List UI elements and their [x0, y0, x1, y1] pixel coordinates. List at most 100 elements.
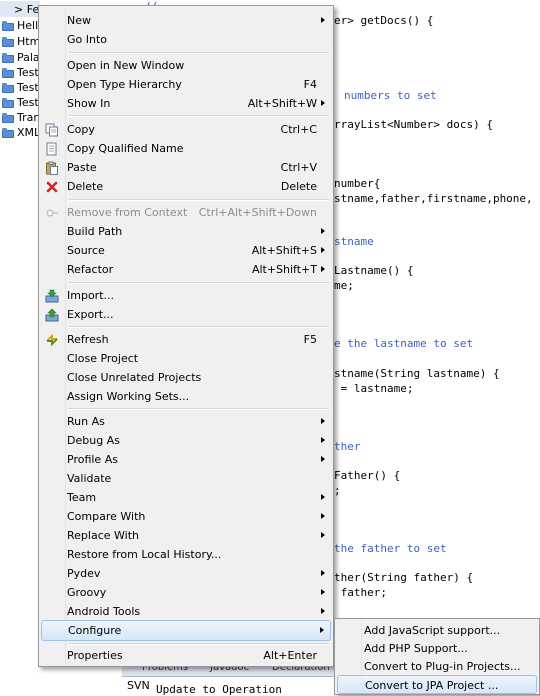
tree-item[interactable]: Test	[0, 79, 39, 95]
menu-item-android-tools[interactable]: Android Tools	[41, 602, 331, 621]
tree-item[interactable]: Html	[0, 33, 40, 49]
menu-separator	[69, 52, 329, 54]
code-line: e the lastname to set	[334, 337, 474, 350]
code-line: = lastname;	[334, 382, 414, 395]
menu-item-label: Team	[67, 491, 97, 504]
menu-separator	[69, 408, 329, 410]
menu-item-label: Android Tools	[67, 605, 141, 618]
menu-item-label: Show In	[67, 97, 111, 110]
tree-item[interactable]: Test	[0, 94, 39, 110]
menu-item-debug-as[interactable]: Debug As	[41, 431, 331, 450]
menu-item-copy[interactable]: Copy Ctrl+C	[41, 120, 331, 139]
context-menu: New Go Into Open in New Window Open Type…	[38, 5, 334, 667]
menu-item-label: New	[67, 14, 91, 27]
project-folder-icon	[2, 20, 14, 31]
menu-item-shortcut: F5	[303, 333, 317, 346]
menu-item-close-project[interactable]: Close Project	[41, 349, 331, 368]
menu-item-shortcut: Alt+Shift+W	[247, 97, 317, 110]
menu-item-label: Compare With	[67, 510, 146, 523]
svn-output-text: Update to Operation	[156, 683, 282, 696]
project-folder-icon	[2, 36, 14, 47]
menu-item-export[interactable]: Export...	[41, 305, 331, 324]
submenu-arrow-icon	[321, 228, 325, 234]
menu-item-assign-working-sets[interactable]: Assign Working Sets...	[41, 387, 331, 406]
menu-item-build-path[interactable]: Build Path	[41, 222, 331, 241]
menu-item-label: Open in New Window	[67, 59, 185, 72]
code-line: number{	[334, 177, 381, 190]
tree-item-label: Html	[17, 34, 40, 48]
menu-item-pydev[interactable]: Pydev	[41, 564, 331, 583]
menu-item-open-type-hierarchy[interactable]: Open Type Hierarchy F4	[41, 75, 331, 94]
submenu-arrow-icon	[321, 437, 325, 443]
menu-item-label: Run As	[67, 415, 105, 428]
menu-item-refactor[interactable]: Refactor Alt+Shift+T	[41, 260, 331, 279]
copy-icon	[44, 122, 59, 137]
project-folder-icon	[2, 112, 14, 123]
tree-item-label: Tran	[17, 110, 40, 124]
menu-item-source[interactable]: Source Alt+Shift+S	[41, 241, 331, 260]
submenu-item-convert-to-plugin-projects[interactable]: Convert to Plug-in Projects...	[337, 657, 537, 676]
refresh-icon	[44, 332, 59, 347]
menu-item-team[interactable]: Team	[41, 488, 331, 507]
menu-item-label: Pydev	[67, 567, 101, 580]
menu-item-restore-from-local-history[interactable]: Restore from Local History...	[41, 545, 331, 564]
menu-item-run-as[interactable]: Run As	[41, 412, 331, 431]
menu-item-shortcut: Alt+Shift+T	[251, 263, 317, 276]
menu-item-properties[interactable]: Properties Alt+Enter	[41, 646, 331, 665]
menu-item-copy-qualified-name[interactable]: Copy Qualified Name	[41, 139, 331, 158]
menu-item-compare-with[interactable]: Compare With	[41, 507, 331, 526]
submenu-item-add-javascript-support[interactable]: Add JavaScript support...	[337, 621, 537, 640]
menu-item-replace-with[interactable]: Replace With	[41, 526, 331, 545]
code-line: stname(String lastname) {	[334, 367, 500, 380]
tree-item-label: Test	[17, 65, 39, 79]
menu-item-configure[interactable]: Configure	[41, 620, 331, 641]
menu-item-groovy[interactable]: Groovy	[41, 583, 331, 602]
menu-item-shortcut: Alt+Enter	[263, 649, 317, 662]
menu-item-label: Groovy	[67, 586, 107, 599]
submenu-arrow-icon	[321, 456, 325, 462]
menu-item-refresh[interactable]: Refresh F5	[41, 330, 331, 349]
submenu-item-add-php-support[interactable]: Add PHP Support...	[337, 639, 537, 658]
delete-icon	[44, 179, 59, 194]
tree-item[interactable]: Pala	[0, 49, 40, 65]
menu-item-show-in[interactable]: Show In Alt+Shift+W	[41, 94, 331, 113]
submenu-item-label: Convert to Plug-in Projects...	[364, 660, 521, 673]
menu-item-shortcut: Ctrl+C	[280, 123, 317, 136]
menu-item-label: Debug As	[67, 434, 120, 447]
menu-item-label: Open Type Hierarchy	[67, 78, 182, 91]
code-line: ther	[334, 440, 361, 453]
configure-submenu: Add JavaScript support... Add PHP Suppor…	[334, 618, 540, 695]
code-line: ;	[334, 484, 341, 497]
menu-item-label: Restore from Local History...	[67, 548, 222, 561]
code-line: numbers to set	[344, 89, 437, 102]
tree-item[interactable]: Hello	[0, 17, 40, 33]
tree-item[interactable]: Test	[0, 64, 39, 80]
menu-item-import[interactable]: Import...	[41, 286, 331, 305]
tree-item[interactable]: Tran	[0, 109, 40, 125]
tree-item[interactable]: XML	[0, 124, 40, 140]
menu-item-paste[interactable]: Paste Ctrl+V	[41, 158, 331, 177]
menu-item-label: Copy Qualified Name	[67, 142, 184, 155]
submenu-arrow-icon	[320, 627, 324, 633]
menu-item-new[interactable]: New	[41, 11, 331, 30]
submenu-item-convert-to-jpa-project[interactable]: Convert to JPA Project ...	[337, 675, 537, 694]
menu-item-profile-as[interactable]: Profile As	[41, 450, 331, 469]
code-line: the father to set	[334, 542, 447, 555]
menu-item-shortcut: Alt+Shift+S	[251, 244, 317, 257]
project-folder-icon	[2, 127, 14, 138]
menu-item-go-into[interactable]: Go Into	[41, 30, 331, 49]
package-explorer-tree: > FederatedSearch 59 Hello Html Pala Tes…	[0, 0, 40, 695]
code-line: Father() {	[334, 469, 401, 482]
tree-item-label: Test	[17, 80, 39, 94]
menu-item-close-unrelated-projects[interactable]: Close Unrelated Projects	[41, 368, 331, 387]
menu-item-label: Import...	[67, 289, 114, 302]
menu-item-validate[interactable]: Validate	[41, 469, 331, 488]
menu-item-delete[interactable]: Delete Delete	[41, 177, 331, 196]
project-folder-icon	[2, 67, 14, 78]
menu-item-remove-from-context[interactable]: Remove from Context Ctrl+Alt+Shift+Down	[41, 203, 331, 222]
menu-item-label: Replace With	[67, 529, 139, 542]
tree-item[interactable]: > FederatedSearch 59	[0, 1, 40, 17]
code-line: father;	[334, 586, 387, 599]
submenu-arrow-icon	[321, 17, 325, 23]
menu-item-open-in-new-window[interactable]: Open in New Window	[41, 56, 331, 75]
